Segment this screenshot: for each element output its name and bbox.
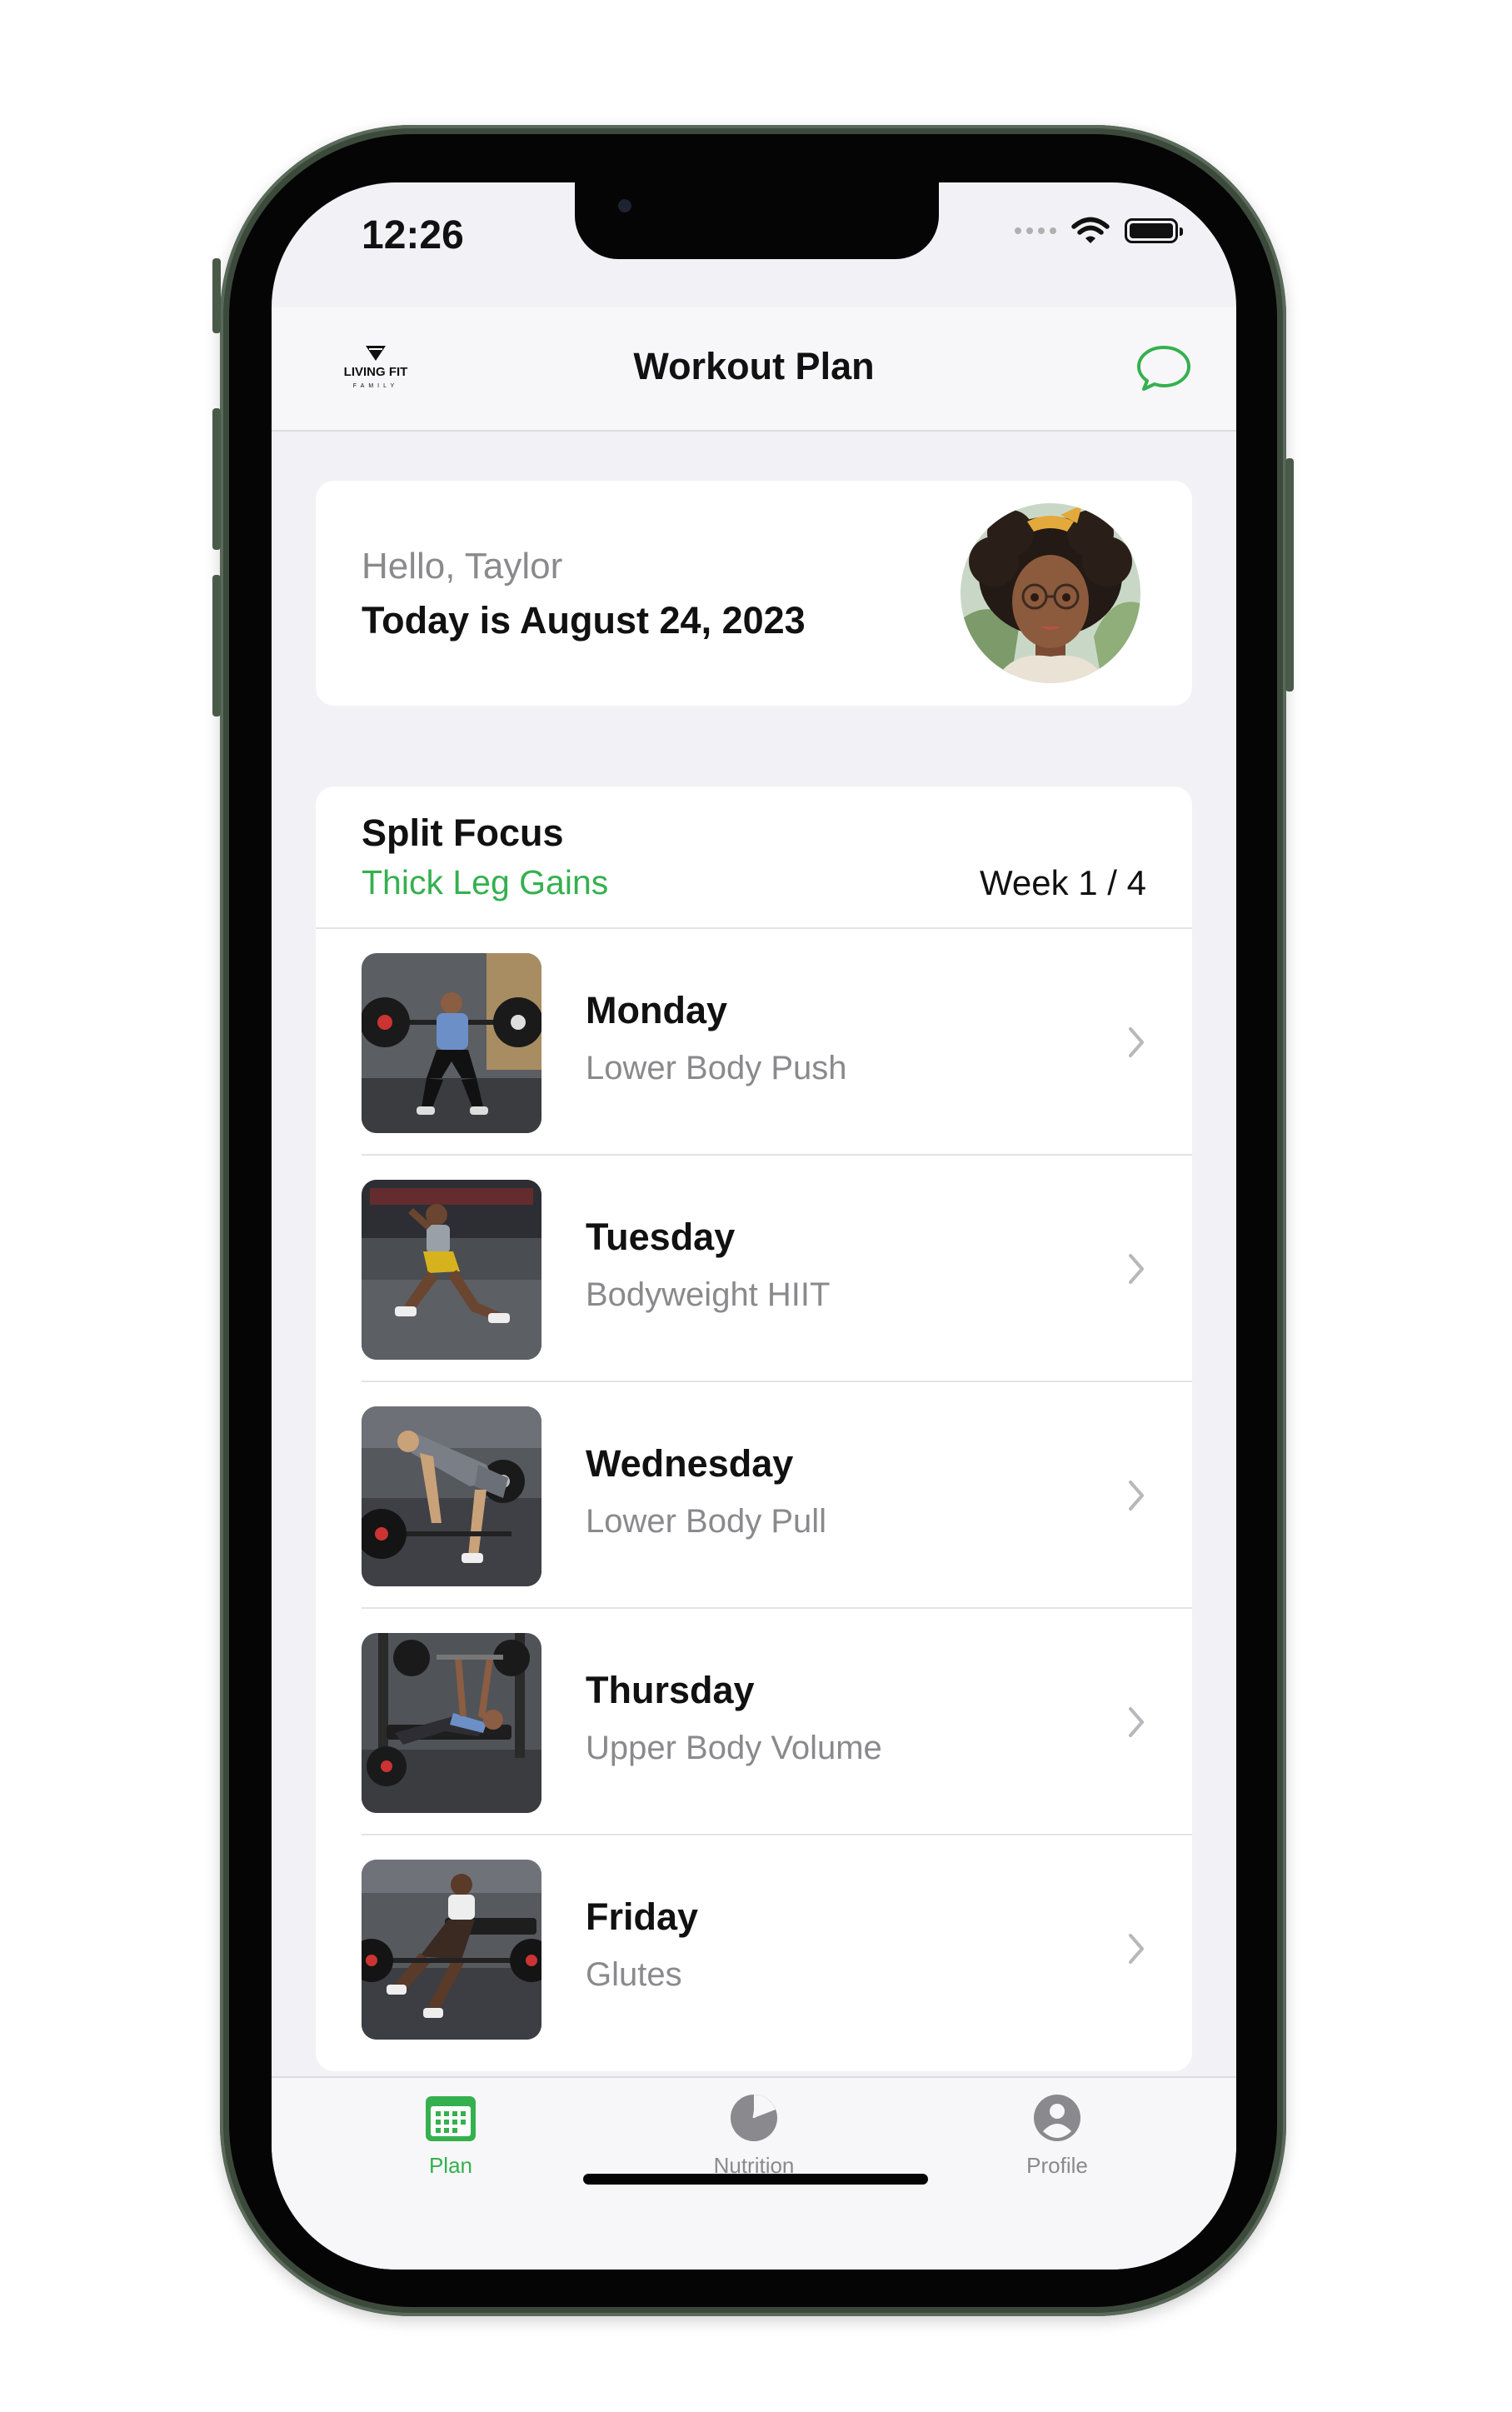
volume-up-button bbox=[212, 408, 221, 550]
power-button bbox=[1285, 458, 1294, 692]
tab-label: Plan bbox=[428, 2153, 473, 2178]
phone-frame: 12:26 LIVING FIT FAMILY Workout Plan Hel… bbox=[212, 125, 1294, 2316]
page-title: Workout Plan bbox=[633, 345, 875, 387]
chat-button[interactable] bbox=[1135, 341, 1193, 394]
day-name: Thursday bbox=[586, 1669, 755, 1711]
split-title: Split Focus bbox=[362, 811, 564, 854]
day-name: Monday bbox=[586, 989, 728, 1031]
chevron-right-icon bbox=[1129, 1707, 1144, 1737]
person-icon bbox=[1034, 2095, 1080, 2141]
front-camera bbox=[618, 199, 631, 212]
tab-nutrition[interactable]: Nutrition bbox=[654, 2093, 854, 2179]
calendar-icon bbox=[426, 2096, 476, 2141]
workout-thumbnail bbox=[362, 953, 541, 1133]
status-icons bbox=[1015, 216, 1183, 246]
workout-thumbnail bbox=[362, 1406, 541, 1586]
greeting-card: Hello, Taylor Today is August 24, 2023 bbox=[316, 481, 1192, 706]
greeting-text: Hello, Taylor bbox=[362, 546, 563, 587]
screen: 12:26 LIVING FIT FAMILY Workout Plan Hel… bbox=[272, 182, 1236, 2270]
wifi-icon bbox=[1071, 217, 1110, 243]
workout-type: Lower Body Pull bbox=[586, 1503, 827, 1540]
workout-day-row-monday[interactable]: Monday Lower Body Push bbox=[316, 929, 1192, 1156]
split-focus-card: Split Focus Thick Leg Gains Week 1 / 4 M… bbox=[316, 787, 1192, 2071]
program-name[interactable]: Thick Leg Gains bbox=[362, 863, 608, 902]
chat-bubble-icon bbox=[1137, 346, 1190, 391]
workout-type: Bodyweight HIIT bbox=[586, 1276, 831, 1313]
bezel: 12:26 LIVING FIT FAMILY Workout Plan Hel… bbox=[229, 134, 1277, 2307]
week-indicator: Week 1 / 4 bbox=[980, 863, 1146, 902]
tab-bar: Plan Nutrition Profile bbox=[272, 2076, 1236, 2270]
chevron-right-icon bbox=[1129, 1481, 1144, 1511]
chevron-right-icon bbox=[1129, 1027, 1144, 1057]
status-time: 12:26 bbox=[362, 213, 464, 257]
day-name: Friday bbox=[586, 1895, 699, 1938]
tab-profile[interactable]: Profile bbox=[957, 2093, 1157, 2179]
workout-day-row-thursday[interactable]: Thursday Upper Body Volume bbox=[316, 1609, 1192, 1835]
avatar[interactable] bbox=[961, 503, 1140, 683]
workout-thumbnail bbox=[362, 1633, 541, 1813]
workout-type: Lower Body Push bbox=[586, 1050, 847, 1086]
chevron-right-icon bbox=[1129, 1934, 1144, 1964]
workout-type: Glutes bbox=[586, 1956, 682, 1993]
workout-day-row-tuesday[interactable]: Tuesday Bodyweight HIIT bbox=[316, 1156, 1192, 1382]
tab-label: Profile bbox=[1026, 2153, 1088, 2178]
workout-day-row-friday[interactable]: Friday Glutes bbox=[316, 1835, 1192, 2062]
signal-icon bbox=[1015, 227, 1056, 234]
day-name: Tuesday bbox=[586, 1216, 736, 1258]
workout-day-row-wednesday[interactable]: Wednesday Lower Body Pull bbox=[316, 1382, 1192, 1609]
home-indicator[interactable] bbox=[583, 2174, 928, 2185]
mute-switch bbox=[212, 258, 221, 333]
chevron-right-icon bbox=[1129, 1254, 1144, 1284]
workout-thumbnail bbox=[362, 1180, 541, 1360]
workout-type: Upper Body Volume bbox=[586, 1730, 882, 1766]
volume-down-button bbox=[212, 575, 221, 717]
pie-chart-icon bbox=[731, 2095, 777, 2141]
workout-thumbnail bbox=[362, 1860, 541, 2040]
day-name: Wednesday bbox=[586, 1442, 794, 1485]
date-text: Today is August 24, 2023 bbox=[362, 599, 806, 642]
notch bbox=[575, 182, 939, 259]
tab-plan[interactable]: Plan bbox=[351, 2093, 551, 2179]
battery-icon bbox=[1125, 218, 1183, 243]
nav-bar: LIVING FIT FAMILY Workout Plan bbox=[272, 307, 1236, 432]
